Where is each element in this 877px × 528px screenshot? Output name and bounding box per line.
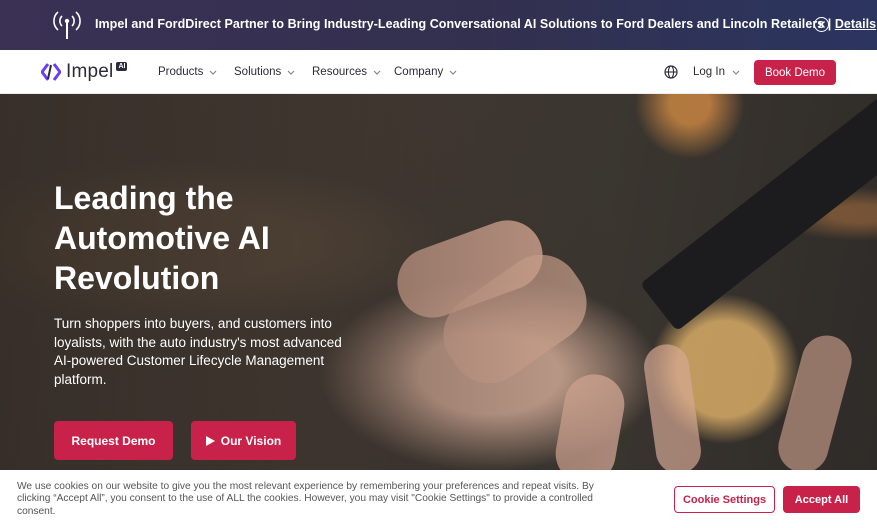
broadcast-antenna-icon [53,11,81,39]
chevron-down-icon [373,70,381,75]
our-vision-button[interactable]: Our Vision [191,421,296,460]
logo-ai-badge: AI [116,61,128,71]
main-navigation: Impel AI Products Solutions Resources Co… [0,50,877,94]
chevron-down-icon [732,70,740,75]
cookie-banner: We use cookies on our website to give yo… [0,470,877,528]
play-icon [205,435,215,446]
login-menu[interactable]: Log In [693,66,740,78]
hero-section: Leading the Automotive AI Revolution Tur… [0,94,877,470]
close-announcement-button[interactable] [814,17,829,32]
nav-item-solutions[interactable]: Solutions [234,66,295,78]
chevron-down-icon [209,70,217,75]
cookie-settings-button[interactable]: Cookie Settings [674,486,775,513]
accept-all-cookies-button[interactable]: Accept All [783,486,860,513]
announcement-bar: Impel and FordDirect Partner to Bring In… [0,0,877,50]
chevron-down-icon [449,70,457,75]
nav-item-products[interactable]: Products [158,66,217,78]
announcement-details-link[interactable]: Details [835,17,876,31]
globe-language-icon[interactable] [664,65,678,79]
request-demo-button[interactable]: Request Demo [54,421,173,460]
announcement-text: Impel and FordDirect Partner to Bring In… [95,17,877,31]
hero-title: Leading the Automotive AI Revolution [54,180,270,296]
cookie-consent-text: We use cookies on our website to give yo… [17,481,594,517]
book-demo-button[interactable]: Book Demo [754,60,836,85]
chevron-down-icon [287,70,295,75]
impel-logo-mark-icon [41,63,61,81]
hero-subtitle: Turn shoppers into buyers, and customers… [54,316,342,387]
close-icon [817,20,825,28]
impel-logo[interactable]: Impel AI [41,61,128,83]
nav-item-resources[interactable]: Resources [312,66,381,78]
nav-item-company[interactable]: Company [394,66,457,78]
logo-text: Impel [66,61,114,82]
